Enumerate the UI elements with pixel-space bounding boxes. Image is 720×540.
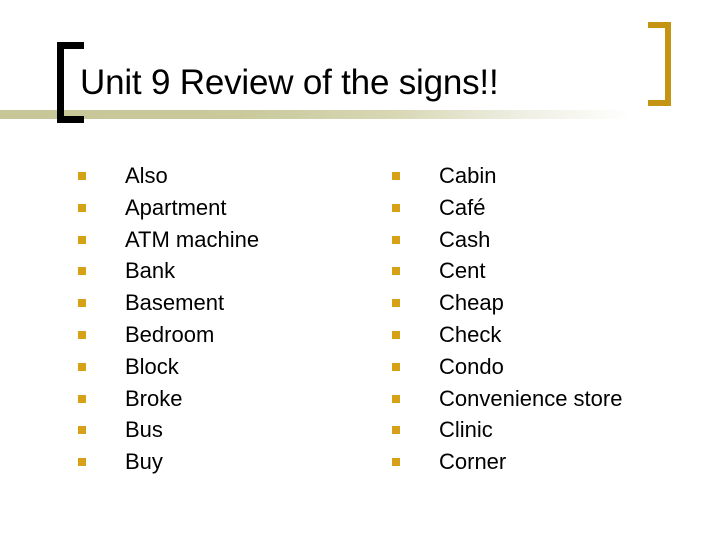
right-bracket-decoration (648, 22, 671, 106)
square-bullet-icon (78, 267, 86, 276)
list-item[interactable]: Basement (78, 287, 368, 319)
list-item[interactable]: Cabin (392, 160, 692, 192)
list-item[interactable]: Cheap (392, 287, 692, 319)
square-bullet-icon (78, 203, 86, 212)
list-item[interactable]: Café (392, 192, 692, 224)
left-bullet-list: Also Apartment ATM machine Bank Basement (78, 160, 368, 478)
list-item[interactable]: Bank (78, 255, 368, 287)
list-item-label: Cabin (439, 163, 497, 188)
square-bullet-icon (392, 394, 400, 403)
list-item-label: Also (125, 163, 168, 188)
list-item[interactable]: ATM machine (78, 224, 368, 256)
square-bullet-icon (78, 330, 86, 339)
right-bullet-list: Cabin Café Cash Cent Cheap Check Condo C… (392, 160, 692, 478)
list-item-label: Bus (125, 417, 163, 443)
list-item-label: Corner (439, 449, 507, 475)
square-bullet-icon (392, 172, 400, 180)
square-bullet-icon (392, 426, 400, 435)
list-item-label: Cheap (439, 290, 504, 316)
list-item[interactable]: Convenience store (392, 383, 692, 415)
square-bullet-icon (78, 362, 86, 371)
square-bullet-icon (392, 362, 400, 371)
list-item-label: Café (439, 194, 486, 220)
square-bullet-icon (392, 330, 400, 339)
square-bullet-icon (392, 235, 400, 244)
list-item-label: Basement (125, 290, 225, 316)
square-bullet-icon (78, 426, 86, 435)
square-bullet-icon (78, 394, 86, 403)
list-item[interactable]: Cent (392, 255, 692, 287)
list-item-label: Check (439, 321, 502, 347)
left-bullet-column: Also Apartment ATM machine Bank Basement (78, 160, 368, 478)
slide-canvas: Unit 9 Review of the signs!! Also Apartm… (0, 0, 720, 540)
square-bullet-icon (392, 458, 400, 467)
list-item[interactable]: Also (78, 160, 368, 192)
square-bullet-icon (78, 172, 86, 180)
list-item-label: Block (125, 353, 179, 379)
list-item-label: Bank (125, 258, 176, 284)
list-item-label: Condo (439, 353, 504, 379)
list-item-label: Cent (439, 258, 486, 284)
title-underline-rule (0, 110, 632, 119)
list-item[interactable]: Cash (392, 224, 692, 256)
square-bullet-icon (392, 267, 400, 276)
list-item-label: Cash (439, 226, 491, 252)
list-item[interactable]: Buy (78, 446, 368, 478)
list-item[interactable]: Check (392, 319, 692, 351)
list-item-label: Bedroom (125, 321, 215, 347)
list-item-label: Broke (125, 385, 183, 411)
square-bullet-icon (78, 458, 86, 467)
list-item-label: Clinic (439, 417, 493, 443)
right-bullet-column: Cabin Café Cash Cent Cheap Check Condo C… (392, 160, 692, 478)
list-item[interactable]: Broke (78, 383, 368, 415)
list-item-label: Buy (125, 449, 163, 475)
list-item-label: ATM machine (125, 226, 260, 252)
list-item[interactable]: Condo (392, 351, 692, 383)
list-item[interactable]: Apartment (78, 192, 368, 224)
list-item[interactable]: Block (78, 351, 368, 383)
square-bullet-icon (78, 235, 86, 244)
list-item-label: Convenience store (439, 385, 623, 411)
list-item[interactable]: Corner (392, 446, 692, 478)
square-bullet-icon (78, 299, 86, 308)
square-bullet-icon (392, 203, 400, 212)
list-item[interactable]: Clinic (392, 414, 692, 446)
list-item-label: Apartment (125, 194, 227, 220)
list-item[interactable]: Bus (78, 414, 368, 446)
square-bullet-icon (392, 299, 400, 308)
page-title: Unit 9 Review of the signs!! (80, 63, 499, 102)
bullet-columns: Also Apartment ATM machine Bank Basement (0, 160, 720, 490)
list-item[interactable]: Bedroom (78, 319, 368, 351)
